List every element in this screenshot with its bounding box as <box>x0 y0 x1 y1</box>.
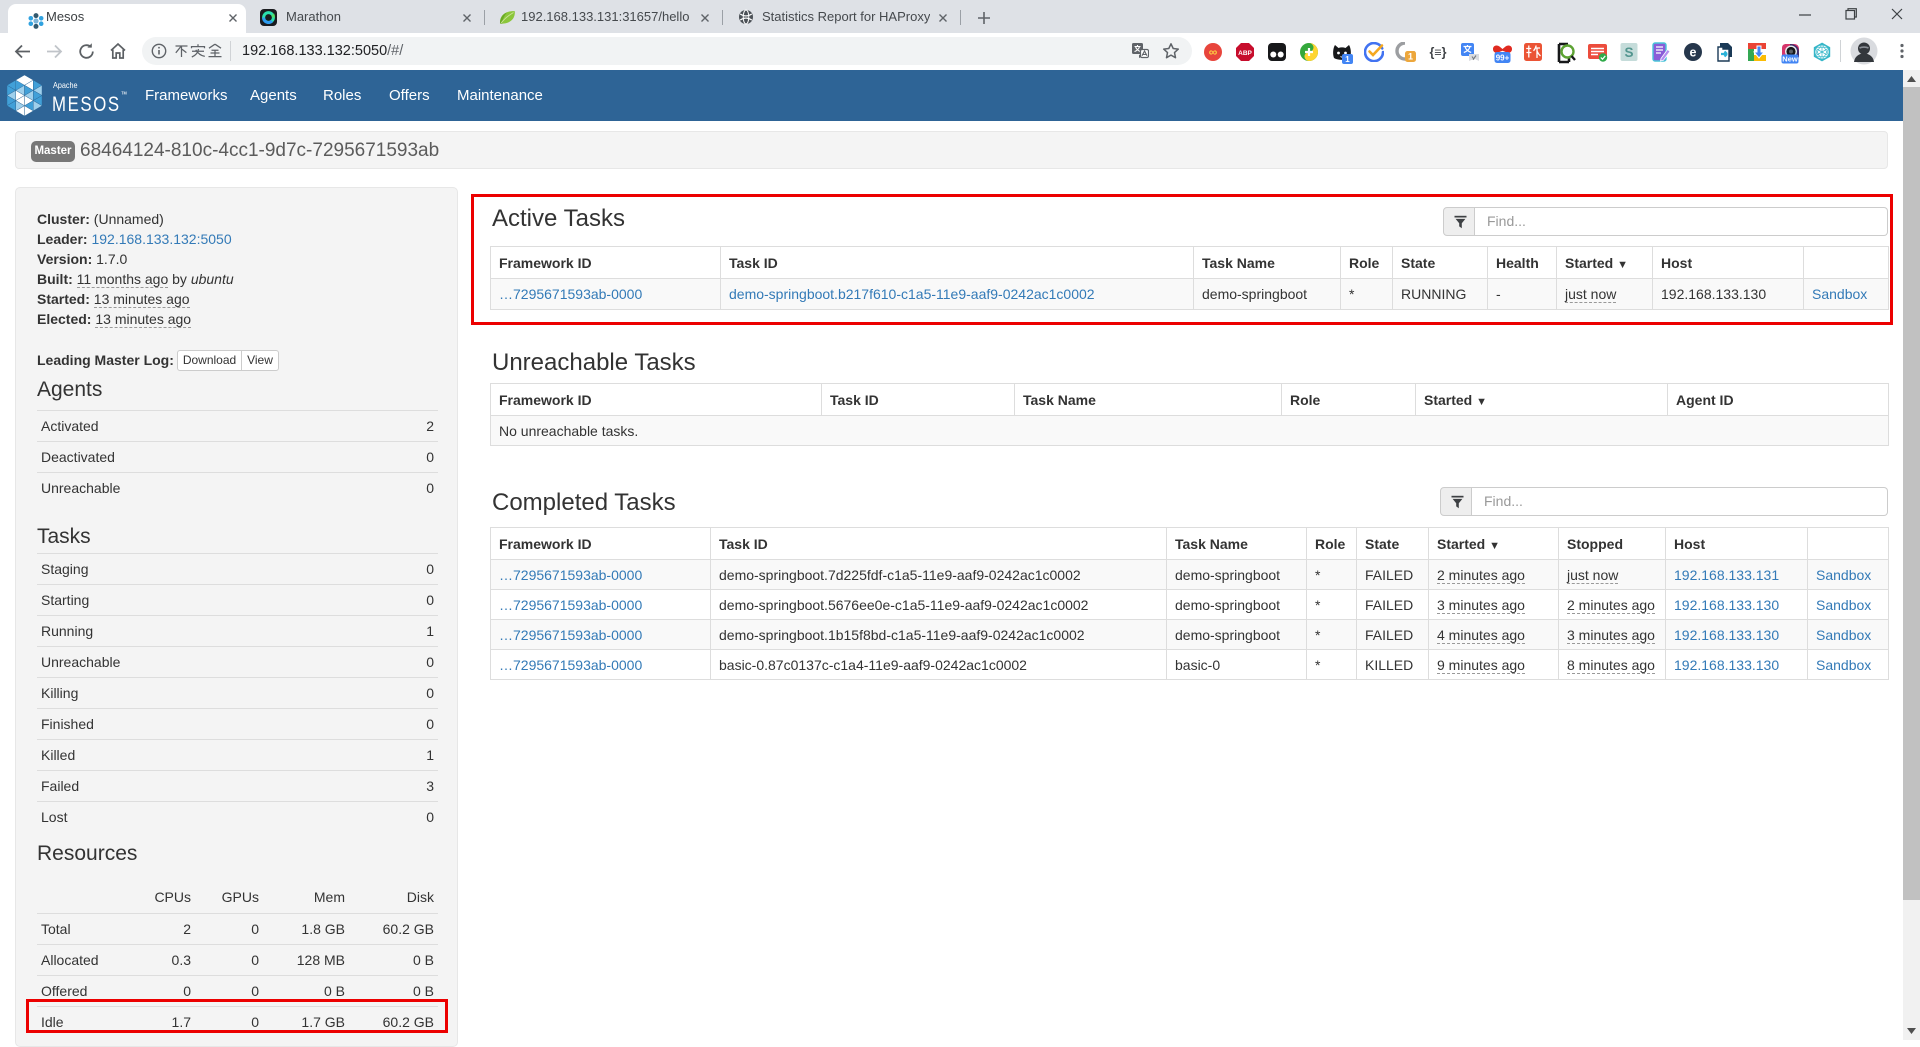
svg-text:e: e <box>1690 46 1697 60</box>
svg-text:99+: 99+ <box>1496 53 1510 62</box>
svg-text:∞: ∞ <box>1209 45 1218 59</box>
svg-text:{≡}: {≡} <box>1429 46 1446 60</box>
svg-text:S: S <box>1624 45 1633 60</box>
svg-text:ABP: ABP <box>1238 50 1252 57</box>
svg-text:New: New <box>1782 54 1798 63</box>
svg-text:1: 1 <box>1408 52 1413 62</box>
svg-text:1: 1 <box>1345 55 1350 64</box>
